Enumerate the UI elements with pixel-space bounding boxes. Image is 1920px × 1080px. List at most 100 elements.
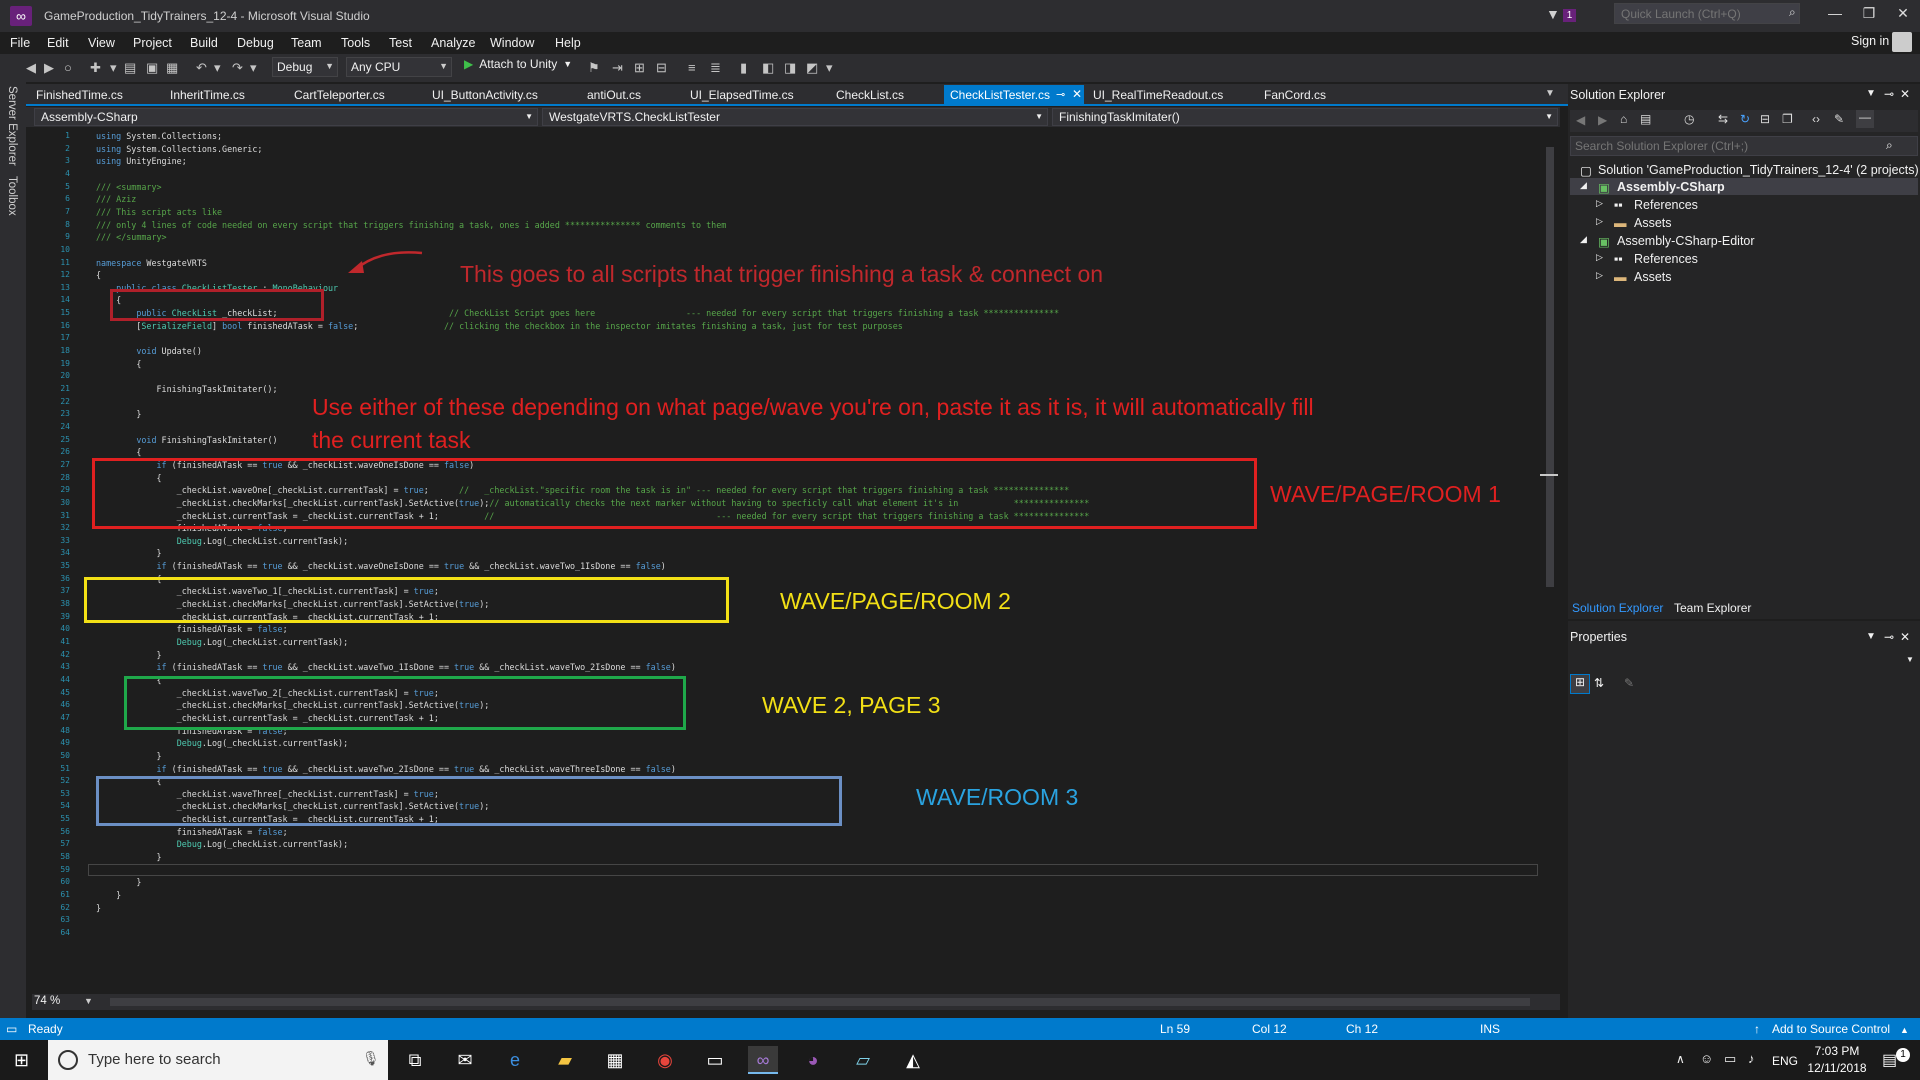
tab-overflow-icon[interactable]: ▼ (1545, 88, 1555, 99)
clear-bookmarks-icon[interactable]: ◩ (806, 60, 818, 76)
code-line[interactable]: if (finishedATask == true && _checkList.… (96, 561, 666, 571)
visual-studio-taskbar-icon[interactable]: ∞ (748, 1046, 778, 1074)
references-node[interactable]: References (1634, 198, 1698, 212)
pin-icon[interactable]: ⊸ (1884, 87, 1894, 101)
code-line[interactable]: Debug.Log(_checkList.currentTask); (96, 637, 348, 647)
edge-icon[interactable]: e (500, 1046, 530, 1074)
close-panel-icon[interactable]: ✕ (1900, 630, 1910, 644)
toolbar-overflow-icon[interactable]: ▾ (826, 60, 833, 76)
volume-icon[interactable]: ♪ (1748, 1051, 1755, 1066)
chevron-down-icon[interactable]: ▼ (1906, 655, 1914, 664)
code-line[interactable]: using UnityEngine; (96, 156, 187, 166)
forward-icon[interactable]: ▶ (1598, 113, 1607, 127)
code-line[interactable]: Debug.Log(_checkList.currentTask); (96, 536, 348, 546)
code-line[interactable]: namespace WestgateVRTS (96, 258, 207, 268)
save-icon[interactable]: ▣ (146, 60, 158, 76)
platform-dropdown[interactable]: Any CPU ▼ (346, 57, 452, 77)
properties-wrench-icon[interactable]: ✎ (1834, 112, 1844, 126)
code-line[interactable]: finishedATask = false; (96, 624, 288, 634)
chevron-up-icon[interactable]: ∧ (1676, 1052, 1685, 1066)
vertical-scroll-thumb[interactable] (1546, 147, 1554, 587)
search-icon[interactable]: ⌕ (1886, 138, 1893, 153)
code-line[interactable]: { (96, 270, 101, 280)
solution-search-input[interactable] (1570, 136, 1918, 156)
tab-ui-realtimereadout[interactable]: UI_RealTimeReadout.cs (1093, 88, 1223, 102)
tab-inherittime[interactable]: InheritTime.cs (170, 88, 245, 102)
project-node-assembly-csharp-editor[interactable]: Assembly-CSharp-Editor (1617, 234, 1755, 248)
collapsed-arrow-icon[interactable]: ▷ (1596, 270, 1603, 281)
toggle-preview-icon[interactable]: — (1856, 110, 1874, 128)
code-line[interactable]: } (96, 890, 121, 900)
menu-debug[interactable]: Debug (237, 36, 274, 50)
code-line[interactable]: { (96, 359, 141, 369)
references-node[interactable]: References (1634, 252, 1698, 266)
notification-filter-icon[interactable]: ▼ (1546, 6, 1560, 22)
tab-antiout[interactable]: antiOut.cs (587, 88, 641, 102)
menu-edit[interactable]: Edit (47, 36, 69, 50)
code-line[interactable]: } (96, 409, 141, 419)
search-icon[interactable]: ⌕ (1789, 5, 1796, 20)
add-to-source-control-button[interactable]: Add to Source Control (1772, 1022, 1890, 1036)
code-line[interactable]: void Update() (96, 346, 202, 356)
code-line[interactable]: void FinishingTaskImitater() (96, 435, 277, 445)
member-dropdown[interactable]: FinishingTaskImitater() ▼ (1052, 108, 1558, 126)
menu-project[interactable]: Project (133, 36, 172, 50)
collapse-all-icon[interactable]: ⊟ (1760, 112, 1770, 126)
code-line[interactable]: } (96, 650, 162, 660)
action-center-icon[interactable]: ▤ (1882, 1050, 1897, 1070)
comment-icon[interactable]: ≡ (688, 60, 696, 75)
code-line[interactable]: using System.Collections; (96, 131, 222, 141)
solution-node[interactable]: Solution 'GameProduction_TidyTrainers_12… (1598, 163, 1919, 177)
property-pages-wrench-icon[interactable]: ✎ (1624, 676, 1634, 690)
dropdown-icon[interactable]: ▾ (110, 60, 117, 76)
find-icon[interactable]: ⊞ (634, 60, 645, 76)
layout-icon[interactable]: ⊟ (656, 60, 667, 76)
view-code-icon[interactable]: ‹› (1812, 112, 1820, 126)
chrome-icon[interactable]: ◉ (650, 1046, 680, 1074)
step-icon[interactable]: ⇥ (612, 60, 623, 76)
tab-finishedtime[interactable]: FinishedTime.cs (36, 88, 123, 102)
bookmark-icon[interactable]: ▮ (740, 60, 747, 76)
next-bookmark-icon[interactable]: ◨ (784, 60, 796, 76)
menu-team[interactable]: Team (291, 36, 322, 50)
menu-file[interactable]: File (10, 36, 30, 50)
class-dropdown[interactable]: WestgateVRTS.CheckListTester ▼ (542, 108, 1048, 126)
expanded-arrow-icon[interactable]: ◢ (1580, 180, 1587, 191)
menu-test[interactable]: Test (389, 36, 412, 50)
code-line[interactable]: /// This script acts like (96, 207, 222, 217)
unity-icon[interactable]: ◭ (898, 1046, 928, 1074)
attach-to-unity-button[interactable]: ▶ Attach to Unity ▼ (464, 57, 572, 71)
code-line[interactable]: if (finishedATask == true && _checkList.… (96, 662, 676, 672)
code-line[interactable]: if (finishedATask == true && _checkList.… (96, 764, 676, 774)
code-line[interactable]: { (96, 447, 141, 457)
expanded-arrow-icon[interactable]: ◢ (1580, 234, 1587, 245)
discord-icon[interactable]: ◕ (798, 1046, 828, 1074)
menu-help[interactable]: Help (555, 36, 581, 50)
tab-cartteleporter[interactable]: CartTeleporter.cs (294, 88, 385, 102)
code-line[interactable]: [SerializeField] bool finishedATask = fa… (96, 321, 902, 331)
language-indicator[interactable]: ENG (1772, 1054, 1798, 1068)
tab-fancord[interactable]: FanCord.cs (1264, 88, 1326, 102)
file-explorer-icon[interactable]: ▰ (550, 1046, 580, 1074)
code-line[interactable]: finishedATask = false; (96, 827, 288, 837)
photos-icon[interactable]: ▦ (600, 1046, 630, 1074)
chevron-down-icon[interactable]: ▼ (1866, 631, 1876, 642)
undo-dropdown-icon[interactable]: ▾ (214, 60, 221, 76)
forward-icon[interactable]: ▶ (44, 60, 54, 76)
switch-views-icon[interactable]: ▤ (1640, 112, 1651, 126)
visual-studio-logo-icon[interactable]: ∞ (10, 6, 32, 26)
menu-tools[interactable]: Tools (341, 36, 370, 50)
assets-node[interactable]: Assets (1634, 216, 1672, 230)
open-folder-icon[interactable]: ▤ (124, 60, 136, 76)
code-line[interactable]: } (96, 852, 162, 862)
undo-icon[interactable]: ↶ (196, 60, 207, 76)
code-line[interactable]: } (96, 903, 101, 913)
close-button[interactable]: ✕ (1888, 5, 1918, 22)
code-line[interactable]: Debug.Log(_checkList.currentTask); (96, 738, 348, 748)
menu-window[interactable]: Window (490, 36, 534, 50)
tab-solution-explorer[interactable]: Solution Explorer (1572, 601, 1663, 615)
mail-icon[interactable]: ✉ (450, 1046, 480, 1074)
alphabetical-icon[interactable]: ⇅ (1594, 676, 1604, 690)
assets-node[interactable]: Assets (1634, 270, 1672, 284)
media-app-icon[interactable]: ▭ (700, 1046, 730, 1074)
